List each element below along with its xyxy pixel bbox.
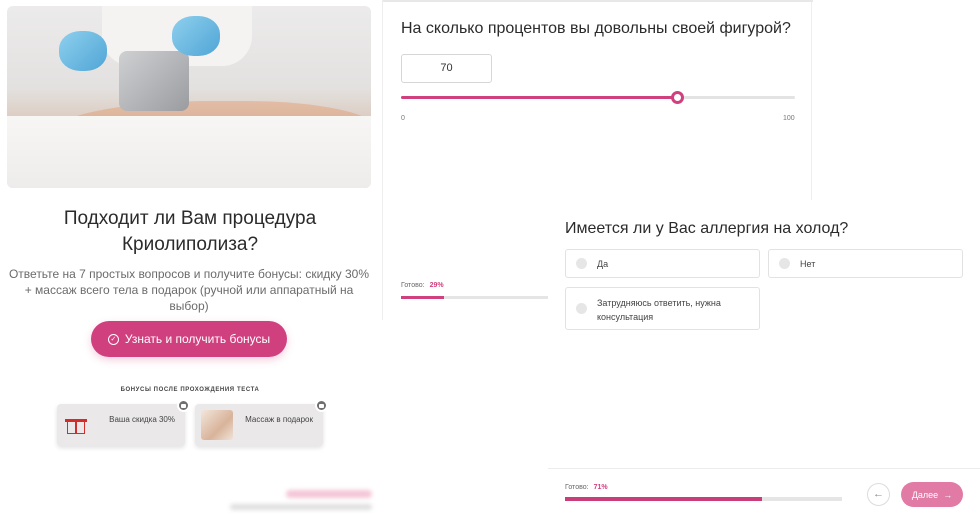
question-title: На сколько процентов вы довольны своей ф… [401, 20, 791, 37]
check-circle-icon: ✓ [107, 333, 119, 345]
footer-legal-blurred [230, 504, 372, 510]
progress-percent: 71% [593, 484, 608, 491]
option-label: Нет [800, 259, 816, 269]
percent-input[interactable]: 70 [401, 54, 492, 83]
divider [548, 468, 980, 469]
quiz-step-2: Имеется ли у Вас аллергия на холод? Да Н… [548, 200, 980, 520]
question-title: Имеется ли у Вас аллергия на холод? [565, 220, 849, 237]
radio-icon [576, 303, 587, 314]
option-yes[interactable]: Да [565, 249, 760, 278]
slider-min-label: 0 [401, 115, 405, 122]
arrow-right-icon: → [943, 489, 953, 500]
option-label: Да [597, 259, 609, 269]
slider-handle[interactable] [670, 91, 684, 104]
gift-icon [65, 415, 87, 435]
option-no[interactable]: Нет [768, 249, 963, 278]
massage-thumbnail [201, 410, 233, 440]
progress-fill [401, 296, 444, 299]
option-label: Затрудняюсь ответить, нужна консультация [597, 298, 721, 322]
progress-bar [565, 497, 842, 501]
slider-max-label: 100 [783, 115, 795, 122]
bonus-card-massage: Массаж в подарок [195, 399, 328, 446]
landing-subtitle: Ответьте на 7 простых вопросов и получит… [8, 267, 370, 313]
arrow-left-icon: ← [873, 488, 884, 500]
progress-fill [565, 497, 762, 501]
next-button[interactable]: Далее → [901, 482, 963, 507]
radio-icon [576, 258, 587, 269]
footer-phone-blurred [286, 490, 372, 498]
progress-indicator: Готово: 71% [565, 484, 842, 501]
progress-indicator: Готово: 29% [401, 282, 549, 299]
bonus-card-discount: Ваша скидка 30% [57, 399, 190, 446]
bonus-label: Массаж в подарок [245, 415, 313, 424]
satisfaction-slider[interactable] [401, 91, 795, 104]
hero-photo [7, 6, 371, 188]
progress-percent: 29% [429, 282, 444, 289]
get-bonuses-label: Узнать и получить бонусы [124, 332, 271, 346]
lock-icon [315, 399, 328, 412]
progress-label: Готово: [565, 484, 589, 491]
get-bonuses-button[interactable]: ✓ Узнать и получить бонусы [91, 321, 287, 357]
radio-icon [779, 258, 790, 269]
lock-icon [177, 399, 190, 412]
progress-bar [401, 296, 549, 299]
next-label: Далее [911, 489, 939, 500]
slider-fill [401, 96, 677, 99]
back-button[interactable]: ← [867, 483, 890, 506]
bonus-caption: БОНУСЫ ПОСЛЕ ПРОХОЖДЕНИЯ ТЕСТА [120, 387, 260, 393]
bonus-label: Ваша скидка 30% [109, 415, 175, 424]
progress-label: Готово: [401, 282, 425, 289]
landing-title: Подходит ли Вам процедура Криолиполиза? [63, 208, 317, 255]
option-unsure[interactable]: Затрудняюсь ответить, нужна консультация [565, 287, 760, 330]
